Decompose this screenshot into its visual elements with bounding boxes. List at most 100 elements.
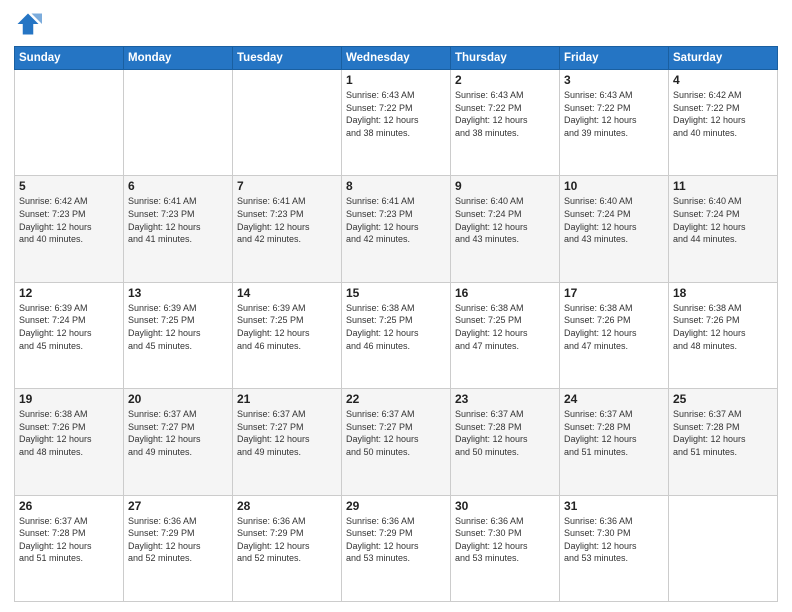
- calendar-cell: 1Sunrise: 6:43 AM Sunset: 7:22 PM Daylig…: [342, 70, 451, 176]
- day-info: Sunrise: 6:43 AM Sunset: 7:22 PM Dayligh…: [564, 89, 664, 139]
- calendar-cell: 5 Sunrise: 6:42 AM Sunset: 7:23 PM Daylig…: [15, 176, 124, 282]
- calendar-cell: 30 Sunrise: 6:36 AM Sunset: 7:30 PM Dayli…: [451, 495, 560, 601]
- calendar-cell: 9 Sunrise: 6:40 AM Sunset: 7:24 PM Daylig…: [451, 176, 560, 282]
- day-info: Sunrise: 6:38 AM Sunset: 7:25 PM Dayligh…: [346, 302, 446, 352]
- calendar-cell: [15, 70, 124, 176]
- calendar-cell: [233, 70, 342, 176]
- day-number: 27: [128, 499, 228, 513]
- logo: [14, 10, 46, 38]
- calendar-cell: 17 Sunrise: 6:38 AM Sunset: 7:26 PM Dayli…: [560, 282, 669, 388]
- day-info: Sunrise: 6:39 AM Sunset: 7:24 PM Dayligh…: [19, 302, 119, 352]
- logo-icon: [14, 10, 42, 38]
- day-number: 15: [346, 286, 446, 300]
- week-row-2: 5 Sunrise: 6:42 AM Sunset: 7:23 PM Daylig…: [15, 176, 778, 282]
- day-number: 18: [673, 286, 773, 300]
- calendar-cell: 10Sunrise: 6:40 AM Sunset: 7:24 PM Dayli…: [560, 176, 669, 282]
- day-info: Sunrise: 6:37 AM Sunset: 7:28 PM Dayligh…: [673, 408, 773, 458]
- calendar-cell: 11 Sunrise: 6:40 AM Sunset: 7:24 PM Dayli…: [669, 176, 778, 282]
- calendar-cell: [124, 70, 233, 176]
- day-number: 9: [455, 179, 555, 193]
- day-info: Sunrise: 6:37 AM Sunset: 7:27 PM Dayligh…: [128, 408, 228, 458]
- header: [14, 10, 778, 38]
- day-number: 28: [237, 499, 337, 513]
- day-number: 2: [455, 73, 555, 87]
- day-info: Sunrise: 6:39 AM Sunset: 7:25 PM Dayligh…: [128, 302, 228, 352]
- day-number: 6: [128, 179, 228, 193]
- calendar-cell: [669, 495, 778, 601]
- week-row-5: 26Sunrise: 6:37 AM Sunset: 7:28 PM Dayli…: [15, 495, 778, 601]
- weekday-header-thursday: Thursday: [451, 47, 560, 70]
- calendar-cell: 31Sunrise: 6:36 AM Sunset: 7:30 PM Dayli…: [560, 495, 669, 601]
- day-info: Sunrise: 6:41 AM Sunset: 7:23 PM Dayligh…: [346, 195, 446, 245]
- calendar-cell: 20 Sunrise: 6:37 AM Sunset: 7:27 PM Dayli…: [124, 389, 233, 495]
- day-info: Sunrise: 6:42 AM Sunset: 7:23 PM Dayligh…: [19, 195, 119, 245]
- day-info: Sunrise: 6:42 AM Sunset: 7:22 PM Dayligh…: [673, 89, 773, 139]
- calendar-cell: 25 Sunrise: 6:37 AM Sunset: 7:28 PM Dayli…: [669, 389, 778, 495]
- calendar-cell: 18Sunrise: 6:38 AM Sunset: 7:26 PM Dayli…: [669, 282, 778, 388]
- weekday-header-wednesday: Wednesday: [342, 47, 451, 70]
- day-number: 30: [455, 499, 555, 513]
- calendar-cell: 14 Sunrise: 6:39 AM Sunset: 7:25 PM Dayli…: [233, 282, 342, 388]
- calendar-cell: 7 Sunrise: 6:41 AM Sunset: 7:23 PM Daylig…: [233, 176, 342, 282]
- day-number: 13: [128, 286, 228, 300]
- weekday-header-saturday: Saturday: [669, 47, 778, 70]
- day-info: Sunrise: 6:41 AM Sunset: 7:23 PM Dayligh…: [237, 195, 337, 245]
- day-number: 4: [673, 73, 773, 87]
- day-number: 23: [455, 392, 555, 406]
- day-info: Sunrise: 6:39 AM Sunset: 7:25 PM Dayligh…: [237, 302, 337, 352]
- day-number: 16: [455, 286, 555, 300]
- week-row-4: 19 Sunrise: 6:38 AM Sunset: 7:26 PM Dayli…: [15, 389, 778, 495]
- calendar-cell: 24 Sunrise: 6:37 AM Sunset: 7:28 PM Dayli…: [560, 389, 669, 495]
- day-number: 20: [128, 392, 228, 406]
- day-number: 5: [19, 179, 119, 193]
- day-info: Sunrise: 6:37 AM Sunset: 7:28 PM Dayligh…: [564, 408, 664, 458]
- calendar-cell: 8 Sunrise: 6:41 AM Sunset: 7:23 PM Daylig…: [342, 176, 451, 282]
- calendar-cell: 13 Sunrise: 6:39 AM Sunset: 7:25 PM Dayli…: [124, 282, 233, 388]
- weekday-header-tuesday: Tuesday: [233, 47, 342, 70]
- calendar-cell: 29 Sunrise: 6:36 AM Sunset: 7:29 PM Dayli…: [342, 495, 451, 601]
- day-number: 29: [346, 499, 446, 513]
- day-info: Sunrise: 6:38 AM Sunset: 7:25 PM Dayligh…: [455, 302, 555, 352]
- day-number: 21: [237, 392, 337, 406]
- calendar-cell: 22Sunrise: 6:37 AM Sunset: 7:27 PM Dayli…: [342, 389, 451, 495]
- day-number: 31: [564, 499, 664, 513]
- weekday-header-sunday: Sunday: [15, 47, 124, 70]
- calendar-cell: 4 Sunrise: 6:42 AM Sunset: 7:22 PM Daylig…: [669, 70, 778, 176]
- day-number: 3: [564, 73, 664, 87]
- day-number: 19: [19, 392, 119, 406]
- day-info: Sunrise: 6:38 AM Sunset: 7:26 PM Dayligh…: [19, 408, 119, 458]
- day-number: 24: [564, 392, 664, 406]
- day-info: Sunrise: 6:37 AM Sunset: 7:27 PM Dayligh…: [237, 408, 337, 458]
- day-info: Sunrise: 6:36 AM Sunset: 7:30 PM Dayligh…: [455, 515, 555, 565]
- calendar-cell: 28 Sunrise: 6:36 AM Sunset: 7:29 PM Dayli…: [233, 495, 342, 601]
- calendar-cell: 2 Sunrise: 6:43 AM Sunset: 7:22 PM Daylig…: [451, 70, 560, 176]
- weekday-header-row: SundayMondayTuesdayWednesdayThursdayFrid…: [15, 47, 778, 70]
- calendar-cell: 15 Sunrise: 6:38 AM Sunset: 7:25 PM Dayli…: [342, 282, 451, 388]
- calendar-cell: 19 Sunrise: 6:38 AM Sunset: 7:26 PM Dayli…: [15, 389, 124, 495]
- calendar-cell: 26Sunrise: 6:37 AM Sunset: 7:28 PM Dayli…: [15, 495, 124, 601]
- day-number: 26: [19, 499, 119, 513]
- calendar-cell: 23Sunrise: 6:37 AM Sunset: 7:28 PM Dayli…: [451, 389, 560, 495]
- day-info: Sunrise: 6:36 AM Sunset: 7:29 PM Dayligh…: [346, 515, 446, 565]
- day-number: 11: [673, 179, 773, 193]
- calendar-cell: 21 Sunrise: 6:37 AM Sunset: 7:27 PM Dayli…: [233, 389, 342, 495]
- day-info: Sunrise: 6:37 AM Sunset: 7:27 PM Dayligh…: [346, 408, 446, 458]
- day-number: 10: [564, 179, 664, 193]
- day-number: 17: [564, 286, 664, 300]
- weekday-header-friday: Friday: [560, 47, 669, 70]
- day-info: Sunrise: 6:43 AM Sunset: 7:22 PM Dayligh…: [455, 89, 555, 139]
- week-row-3: 12Sunrise: 6:39 AM Sunset: 7:24 PM Dayli…: [15, 282, 778, 388]
- calendar-cell: 12Sunrise: 6:39 AM Sunset: 7:24 PM Dayli…: [15, 282, 124, 388]
- day-number: 25: [673, 392, 773, 406]
- day-info: Sunrise: 6:41 AM Sunset: 7:23 PM Dayligh…: [128, 195, 228, 245]
- weekday-header-monday: Monday: [124, 47, 233, 70]
- day-info: Sunrise: 6:40 AM Sunset: 7:24 PM Dayligh…: [455, 195, 555, 245]
- day-number: 8: [346, 179, 446, 193]
- day-number: 7: [237, 179, 337, 193]
- day-info: Sunrise: 6:40 AM Sunset: 7:24 PM Dayligh…: [673, 195, 773, 245]
- day-info: Sunrise: 6:36 AM Sunset: 7:29 PM Dayligh…: [237, 515, 337, 565]
- day-info: Sunrise: 6:36 AM Sunset: 7:29 PM Dayligh…: [128, 515, 228, 565]
- page: SundayMondayTuesdayWednesdayThursdayFrid…: [0, 0, 792, 612]
- day-number: 14: [237, 286, 337, 300]
- day-info: Sunrise: 6:38 AM Sunset: 7:26 PM Dayligh…: [564, 302, 664, 352]
